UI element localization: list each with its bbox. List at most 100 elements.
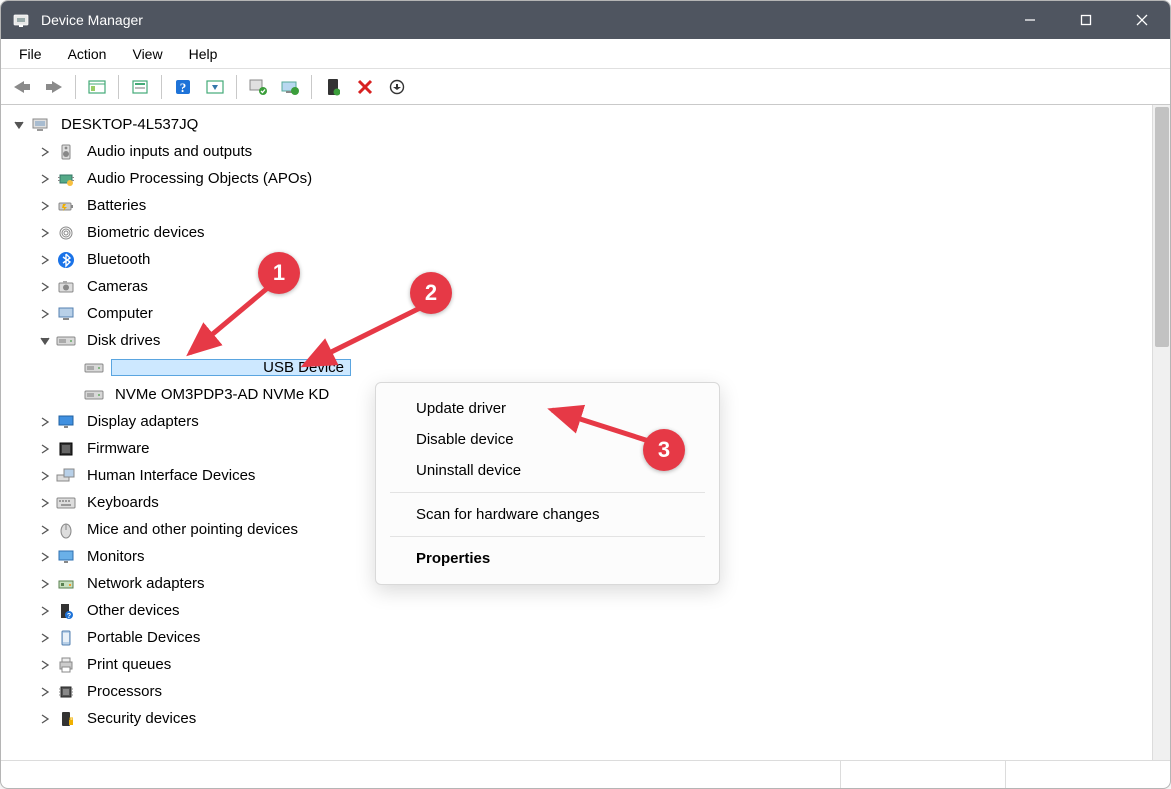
menu-action[interactable]: Action [58, 42, 117, 66]
properties-button[interactable] [125, 73, 155, 101]
fingerprint-icon [55, 222, 77, 244]
window-title: Device Manager [41, 12, 1002, 28]
monitor-icon [55, 546, 77, 568]
tree-category-label: Cameras [83, 278, 152, 295]
expand-arrow-icon[interactable] [37, 171, 53, 187]
bluetooth-icon [55, 249, 77, 271]
expand-arrow-icon[interactable] [37, 306, 53, 322]
menu-help[interactable]: Help [179, 42, 228, 66]
tree-category[interactable]: Security devices [7, 705, 1152, 732]
portable-icon [55, 627, 77, 649]
expand-arrow-icon[interactable] [37, 657, 53, 673]
expand-arrow-icon[interactable] [37, 468, 53, 484]
ctx-scan-hardware[interactable]: Scan for hardware changes [376, 499, 719, 530]
tree-device-label: USB Device [111, 359, 351, 376]
expand-arrow-icon[interactable] [37, 522, 53, 538]
status-cell [840, 761, 1005, 788]
toolbar-separator [236, 75, 237, 99]
menu-view[interactable]: View [122, 42, 172, 66]
expand-arrow-icon[interactable] [37, 711, 53, 727]
expand-arrow-icon[interactable] [37, 414, 53, 430]
chip-audio-icon [55, 168, 77, 190]
tree-category-label: Monitors [83, 548, 149, 565]
printer-icon [55, 654, 77, 676]
maximize-button[interactable] [1058, 1, 1114, 39]
expand-arrow-icon[interactable] [37, 576, 53, 592]
toolbar-separator [118, 75, 119, 99]
expand-arrow-icon[interactable] [37, 549, 53, 565]
computer-icon [55, 303, 77, 325]
expand-arrow-icon[interactable] [37, 630, 53, 646]
expand-arrow-icon[interactable] [37, 684, 53, 700]
tree-category[interactable]: Audio Processing Objects (APOs) [7, 165, 1152, 192]
titlebar: Device Manager [1, 1, 1170, 39]
svg-text:?: ? [180, 80, 187, 95]
expand-arrow-icon[interactable] [37, 279, 53, 295]
tree-category[interactable]: Processors [7, 678, 1152, 705]
expand-arrow-icon[interactable] [37, 252, 53, 268]
spacer [65, 387, 81, 403]
status-cell [1005, 761, 1170, 788]
install-driver-button[interactable] [275, 73, 305, 101]
expand-arrow-icon[interactable] [37, 441, 53, 457]
ctx-separator [390, 536, 705, 537]
annotation-callout-2: 2 [410, 272, 452, 314]
forward-button[interactable] [39, 73, 69, 101]
firmware-icon [55, 438, 77, 460]
tree-category-label: Network adapters [83, 575, 209, 592]
menu-file[interactable]: File [9, 42, 52, 66]
tree-category[interactable]: Print queues [7, 651, 1152, 678]
back-button[interactable] [7, 73, 37, 101]
ctx-update-driver[interactable]: Update driver [376, 393, 719, 424]
show-hide-tree-button[interactable] [82, 73, 112, 101]
tree-device-label: NVMe OM3PDP3-AD NVMe KD [111, 386, 333, 403]
scan-hardware-button[interactable] [200, 73, 230, 101]
vertical-scrollbar[interactable] [1152, 105, 1170, 760]
expand-arrow-icon[interactable] [37, 225, 53, 241]
close-button[interactable] [1114, 1, 1170, 39]
tree-category[interactable]: Biometric devices [7, 219, 1152, 246]
window-controls [1002, 1, 1170, 39]
expand-arrow-icon[interactable] [37, 144, 53, 160]
enable-device-button[interactable] [318, 73, 348, 101]
security-icon [55, 708, 77, 730]
disk-icon [55, 330, 77, 352]
expand-arrow-icon[interactable] [37, 198, 53, 214]
tree-category[interactable]: Disk drives [7, 327, 1152, 354]
disk-icon [83, 357, 105, 379]
expand-arrow-icon[interactable] [37, 333, 53, 349]
tree-category[interactable]: Portable Devices [7, 624, 1152, 651]
expand-arrow-icon[interactable] [37, 603, 53, 619]
tree-category[interactable]: Computer [7, 300, 1152, 327]
tree-category-label: Audio Processing Objects (APOs) [83, 170, 316, 187]
tree-category[interactable]: Cameras [7, 273, 1152, 300]
tree-category-label: Audio inputs and outputs [83, 143, 256, 160]
minimize-button[interactable] [1002, 1, 1058, 39]
update-driver-button[interactable] [243, 73, 273, 101]
uninstall-device-button[interactable] [350, 73, 380, 101]
tree-category[interactable]: ? Other devices [7, 597, 1152, 624]
expand-arrow-icon[interactable] [37, 495, 53, 511]
battery-icon [55, 195, 77, 217]
statusbar [1, 760, 1170, 788]
camera-icon [55, 276, 77, 298]
tree-category[interactable]: Batteries [7, 192, 1152, 219]
toolbar-separator [75, 75, 76, 99]
expand-arrow-icon[interactable] [11, 117, 27, 133]
tree-category-label: Display adapters [83, 413, 203, 430]
context-menu: Update driver Disable device Uninstall d… [375, 382, 720, 585]
tree-category[interactable]: Audio inputs and outputs [7, 138, 1152, 165]
status-cell [1, 761, 840, 788]
tree-category-label: Keyboards [83, 494, 163, 511]
tree-category-label: Processors [83, 683, 166, 700]
annotation-callout-3: 3 [643, 429, 685, 471]
tree-category-label: Batteries [83, 197, 150, 214]
scroll-thumb[interactable] [1155, 107, 1169, 347]
tree-device[interactable]: USB Device [7, 354, 1152, 381]
network-icon [55, 573, 77, 595]
tree-root[interactable]: DESKTOP-4L537JQ [7, 111, 1152, 138]
disable-device-button[interactable] [382, 73, 412, 101]
tree-category[interactable]: Bluetooth [7, 246, 1152, 273]
help-button[interactable]: ? [168, 73, 198, 101]
ctx-properties[interactable]: Properties [376, 543, 719, 574]
